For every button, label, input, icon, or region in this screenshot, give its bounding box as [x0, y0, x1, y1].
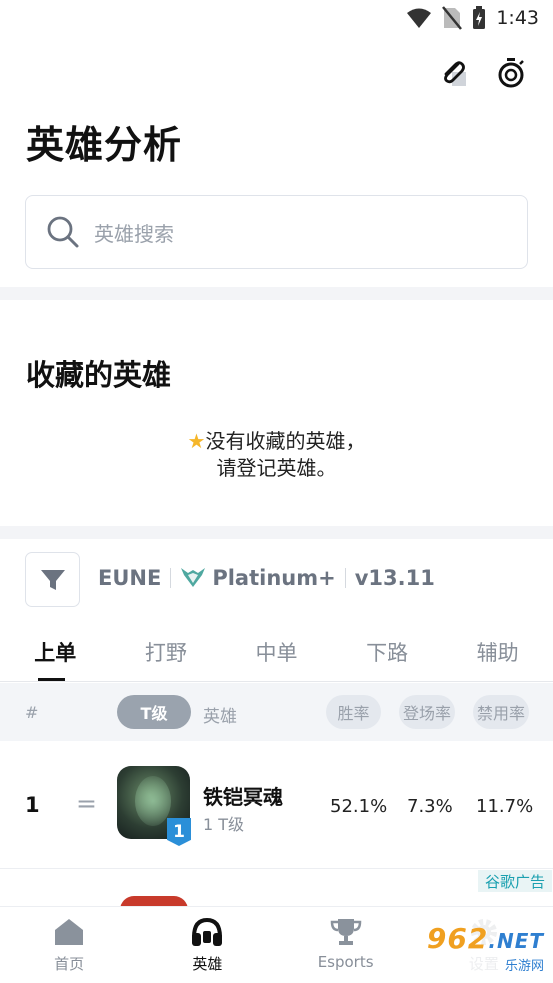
- favorites-title: 收藏的英雄: [26, 358, 172, 392]
- section-divider: [0, 287, 553, 300]
- favorites-empty-message: ★没有收藏的英雄， 请登记英雄。: [0, 428, 553, 482]
- page-title: 英雄分析: [26, 123, 183, 167]
- column-rank: #: [25, 703, 39, 722]
- separator: [170, 568, 172, 588]
- favorites-empty-line2: 请登记英雄。: [216, 456, 337, 480]
- rank-label: Platinum+: [212, 566, 336, 590]
- sort-ban-rate-button[interactable]: 禁用率: [473, 695, 529, 729]
- status-bar: 1:43: [0, 0, 553, 38]
- search-icon: [47, 216, 79, 248]
- ban-rate-value: 11.7%: [476, 796, 534, 817]
- sort-pick-rate-button[interactable]: 登场率: [399, 695, 455, 729]
- nav-champions[interactable]: 英雄: [138, 907, 276, 983]
- home-icon: [55, 919, 84, 945]
- nav-home[interactable]: 首页: [0, 907, 138, 983]
- tab-bottom[interactable]: 下路: [332, 622, 443, 681]
- filter-summary[interactable]: EUNE Platinum+ v13.11: [98, 566, 435, 590]
- section-divider: [0, 526, 553, 539]
- table-header: # T级 英雄 胜率 登场率 禁用率: [0, 683, 553, 741]
- region-label: EUNE: [98, 566, 162, 590]
- win-rate-value: 52.1%: [330, 796, 388, 817]
- tab-top[interactable]: 上单: [0, 622, 111, 681]
- nav-esports-label: Esports: [317, 953, 374, 971]
- ad-label[interactable]: 谷歌广告: [478, 870, 552, 892]
- champion-tier: 1 T级: [203, 815, 245, 834]
- column-hero: 英雄: [203, 707, 237, 727]
- sort-tier-button[interactable]: T级: [117, 695, 191, 729]
- no-sim-icon: [442, 6, 463, 30]
- stopwatch-icon: [498, 58, 524, 88]
- nav-home-label: 首页: [54, 955, 85, 973]
- sort-win-rate-button[interactable]: 胜率: [326, 695, 381, 729]
- status-time: 1:43: [496, 7, 539, 29]
- tab-jungle[interactable]: 打野: [111, 622, 222, 681]
- star-icon: ★: [187, 429, 206, 453]
- nav-esports[interactable]: Esports: [277, 907, 415, 983]
- tab-mid[interactable]: 中单: [221, 622, 332, 681]
- version-label: v13.11: [354, 566, 435, 590]
- wifi-icon: [407, 8, 432, 28]
- paperclip-button[interactable]: [437, 56, 469, 90]
- filter-icon: [40, 569, 65, 590]
- watermark-brand: 962.NET: [426, 922, 544, 955]
- timer-button[interactable]: [495, 56, 527, 90]
- watermark-sub: 乐游网: [504, 959, 544, 974]
- trophy-icon: [330, 919, 361, 945]
- search-placeholder: 英雄搜索: [94, 221, 174, 246]
- platinum-rank-icon: [181, 568, 206, 587]
- nav-champions-label: 英雄: [192, 955, 223, 973]
- table-row[interactable]: 1 = 1 铁铠冥魂 1 T级 52.1% 7.3% 11.7%: [0, 741, 553, 869]
- battery-charging-icon: [473, 6, 486, 29]
- status-icons: 1:43: [406, 6, 539, 30]
- search-input[interactable]: 英雄搜索: [25, 195, 528, 269]
- top-actions: [437, 56, 527, 90]
- role-tabs: 上单 打野 中单 下路 辅助: [0, 622, 553, 682]
- favorites-empty-line1: 没有收藏的英雄，: [205, 429, 366, 453]
- rank-trend: =: [76, 789, 97, 818]
- champion-name: 铁铠冥魂: [203, 785, 283, 809]
- filter-button[interactable]: [25, 552, 80, 607]
- rank-filter: Platinum+: [180, 566, 336, 590]
- pick-rate-value: 7.3%: [407, 796, 453, 817]
- row-rank: 1: [25, 793, 40, 817]
- tab-support[interactable]: 辅助: [442, 622, 553, 681]
- headset-icon: [192, 917, 223, 946]
- site-watermark: 962.NET 乐游网: [414, 918, 550, 978]
- separator: [344, 568, 346, 588]
- paperclip-icon: [444, 61, 466, 86]
- tier-badge: 1: [167, 818, 191, 846]
